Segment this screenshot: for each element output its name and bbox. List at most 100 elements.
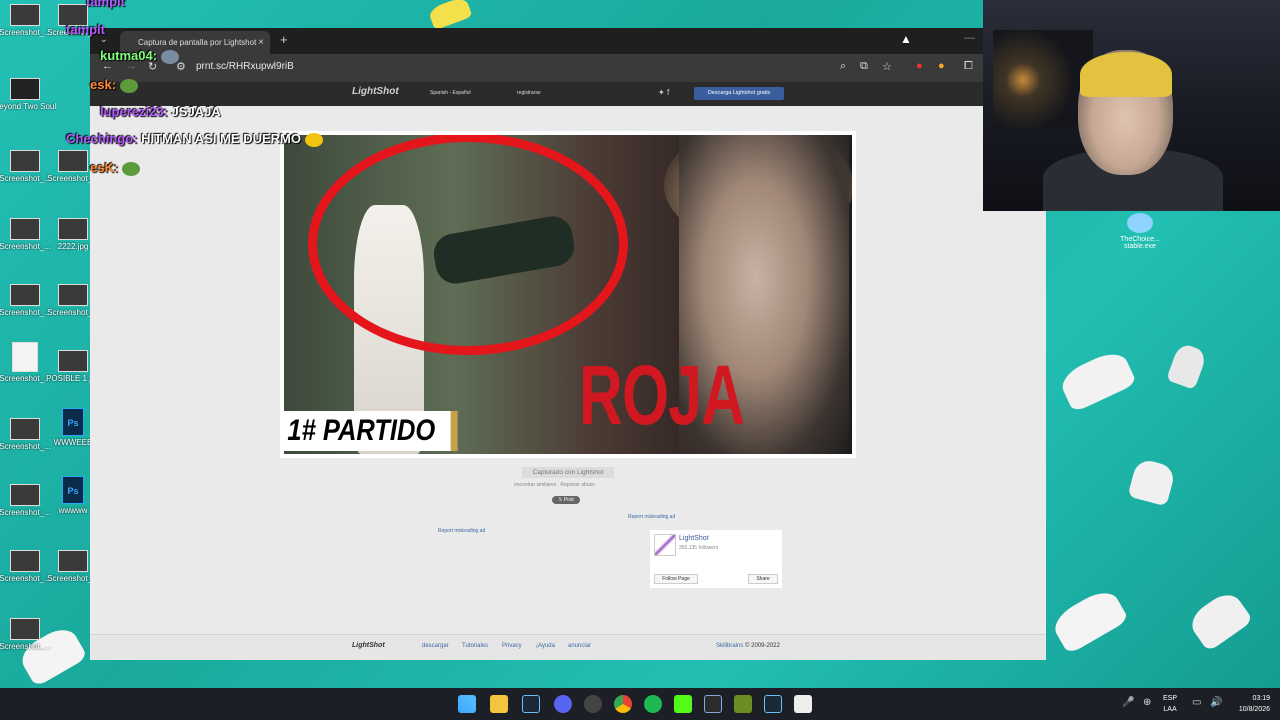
spotify-icon[interactable] xyxy=(644,695,662,713)
chat-message: Chechingo: HITMAN ASI ME DUERMO xyxy=(66,131,323,147)
lightshot-footer: LightShot descargar Tutoriales Privacy ¡… xyxy=(90,634,1046,660)
file-thumbnail xyxy=(58,284,88,306)
display-icon[interactable]: ▭ xyxy=(1192,697,1201,708)
follower-count: 355,135 followers xyxy=(679,545,719,551)
file-thumbnail xyxy=(10,4,40,26)
network-icon[interactable]: ⊕ xyxy=(1143,697,1151,708)
chat-message: tamplt xyxy=(86,0,125,9)
browser-toolbar: ← → ↻ ⚙ prnt.sc/RHRxupwl9riB ⌕ ⧉ ☆ ● ● ⧠ xyxy=(90,54,1046,82)
calendar-icon[interactable] xyxy=(794,695,812,713)
file-thumbnail xyxy=(10,418,40,440)
steam-icon[interactable] xyxy=(764,695,782,713)
chat-message: luperezi23: JSJAJA xyxy=(100,104,221,119)
system-clock[interactable]: 03:19 10/8/2026 xyxy=(1239,693,1270,715)
file-thumbnail xyxy=(10,484,40,506)
file-thumbnail xyxy=(58,350,88,372)
taskbar: 🎤 ⊕ ESP LAA ▭ 🔊 03:19 10/8/2026 xyxy=(0,688,1280,720)
emote-icon xyxy=(160,49,179,64)
post-button[interactable]: 𝕏 Post xyxy=(552,496,580,504)
report-ad-link[interactable]: Report misleading ad xyxy=(438,528,485,534)
language-indicator[interactable]: ESP LAA xyxy=(1163,693,1177,715)
desktop-icon[interactable]: Beyond Two Souls xyxy=(0,78,56,111)
webcam-overlay xyxy=(983,0,1280,211)
chat-message: esk: xyxy=(90,77,138,93)
footer-link-help[interactable]: ¡Ayuda xyxy=(536,643,555,649)
extension-icon[interactable]: ● xyxy=(916,60,923,72)
facebook-icon[interactable]: f xyxy=(667,88,669,97)
app-icon[interactable] xyxy=(584,695,602,713)
register-link[interactable]: registrarse xyxy=(517,90,541,96)
address-bar[interactable]: prnt.sc/RHRxupwl9riB xyxy=(196,61,294,72)
download-lightshot-button[interactable]: Descarga Lightshot gratis xyxy=(694,87,784,100)
image-actions: encontrar similares Reportar abuso xyxy=(514,482,595,488)
footer-logo[interactable]: LightShot xyxy=(352,642,385,649)
zoom-icon[interactable]: ⌕ xyxy=(840,60,846,73)
thumbnail-title-roja: ROJA xyxy=(579,348,745,442)
footer-link-privacy[interactable]: Privacy xyxy=(502,643,522,649)
file-thumbnail xyxy=(10,618,40,640)
file-thumbnail xyxy=(10,284,40,306)
thumbnail-caption-partido: 1# PARTIDO xyxy=(284,411,458,451)
kick-icon[interactable] xyxy=(674,695,692,713)
install-icon[interactable]: ⧉ xyxy=(860,60,868,73)
social-icons: ✦ f xyxy=(658,88,669,97)
file-thumbnail xyxy=(58,150,88,172)
page-avatar[interactable] xyxy=(654,534,676,556)
twitter-icon[interactable]: ✦ xyxy=(658,88,665,97)
x-icon: 𝕏 xyxy=(558,497,563,503)
windows-start-icon[interactable] xyxy=(458,695,476,713)
microphone-icon[interactable]: 🎤 xyxy=(1122,697,1134,708)
emote-icon xyxy=(304,132,323,147)
minimize-icon[interactable]: — xyxy=(964,32,975,44)
volume-icon[interactable]: 🔊 xyxy=(1210,697,1222,708)
extensions-puzzle-icon[interactable]: ⧠ xyxy=(964,60,973,73)
chat-message: esK: xyxy=(90,160,140,176)
boat-decoration xyxy=(1185,587,1254,653)
close-tab-icon[interactable]: × xyxy=(258,31,264,54)
boat-decoration xyxy=(427,0,473,31)
lightshot-logo[interactable]: LightShot xyxy=(352,86,399,97)
discord-icon[interactable] xyxy=(554,695,572,713)
footer-copyright: Skillbrains © 2009-2022 xyxy=(716,643,780,649)
footer-link-tutorials[interactable]: Tutoriales xyxy=(462,643,488,649)
mouse-cursor: ▲ xyxy=(900,32,912,46)
desktop-icon[interactable]: Screenshot_... xyxy=(0,618,56,651)
footer-link-download[interactable]: descargar xyxy=(422,643,449,649)
webcam-person-beanie xyxy=(1080,52,1172,97)
extension-icon[interactable]: ● xyxy=(938,60,945,72)
cursor-app-icon[interactable] xyxy=(704,695,722,713)
file-explorer-icon[interactable] xyxy=(490,695,508,713)
photoshop-file-icon: Ps xyxy=(62,408,84,436)
highlight-circle xyxy=(308,135,628,355)
file-thumbnail xyxy=(10,150,40,172)
photoshop-file-icon: Ps xyxy=(62,476,84,504)
game-thumbnail xyxy=(10,78,40,100)
share-button[interactable]: Share xyxy=(748,574,778,584)
pepe-emote-icon xyxy=(119,78,138,93)
footer-link-advertise[interactable]: anunciar xyxy=(568,643,591,649)
desktop-icon-thechoice[interactable]: TheChoice... stable.exe xyxy=(1112,213,1168,250)
boat-decoration xyxy=(1127,457,1177,507)
facebook-page-name[interactable]: LightShot xyxy=(679,535,709,542)
chat-message: kutma04: xyxy=(100,48,179,64)
captured-with-label: Capturado con Lightshot xyxy=(522,467,614,478)
follow-page-button[interactable]: Follow Page xyxy=(654,574,698,584)
chrome-icon[interactable] xyxy=(614,695,632,713)
chat-message: tamplt xyxy=(66,22,105,37)
screenshot-frame: ROJA 1# PARTIDO xyxy=(280,131,856,458)
app-icon[interactable] xyxy=(734,695,752,713)
file-thumbnail xyxy=(10,550,40,572)
boat-decoration xyxy=(1056,347,1138,413)
boat-decoration xyxy=(1166,342,1208,390)
lightshot-header: LightShot Spanish - Español registrarse … xyxy=(90,82,1046,106)
language-select[interactable]: Spanish - Español xyxy=(430,90,471,96)
find-similar-link[interactable]: encontrar similares xyxy=(514,482,556,488)
report-abuse-link[interactable]: Reportar abuso xyxy=(560,482,594,488)
report-ad-link[interactable]: Report misleading ad xyxy=(628,514,675,520)
steam-icon[interactable] xyxy=(522,695,540,713)
new-tab-icon[interactable]: + xyxy=(280,32,288,47)
screenshot-image: ROJA 1# PARTIDO xyxy=(284,135,852,454)
skillbrains-link[interactable]: Skillbrains xyxy=(716,643,743,649)
facebook-widget: LightShot 355,135 followers Follow Page … xyxy=(650,530,782,588)
bookmark-star-icon[interactable]: ☆ xyxy=(882,60,892,73)
